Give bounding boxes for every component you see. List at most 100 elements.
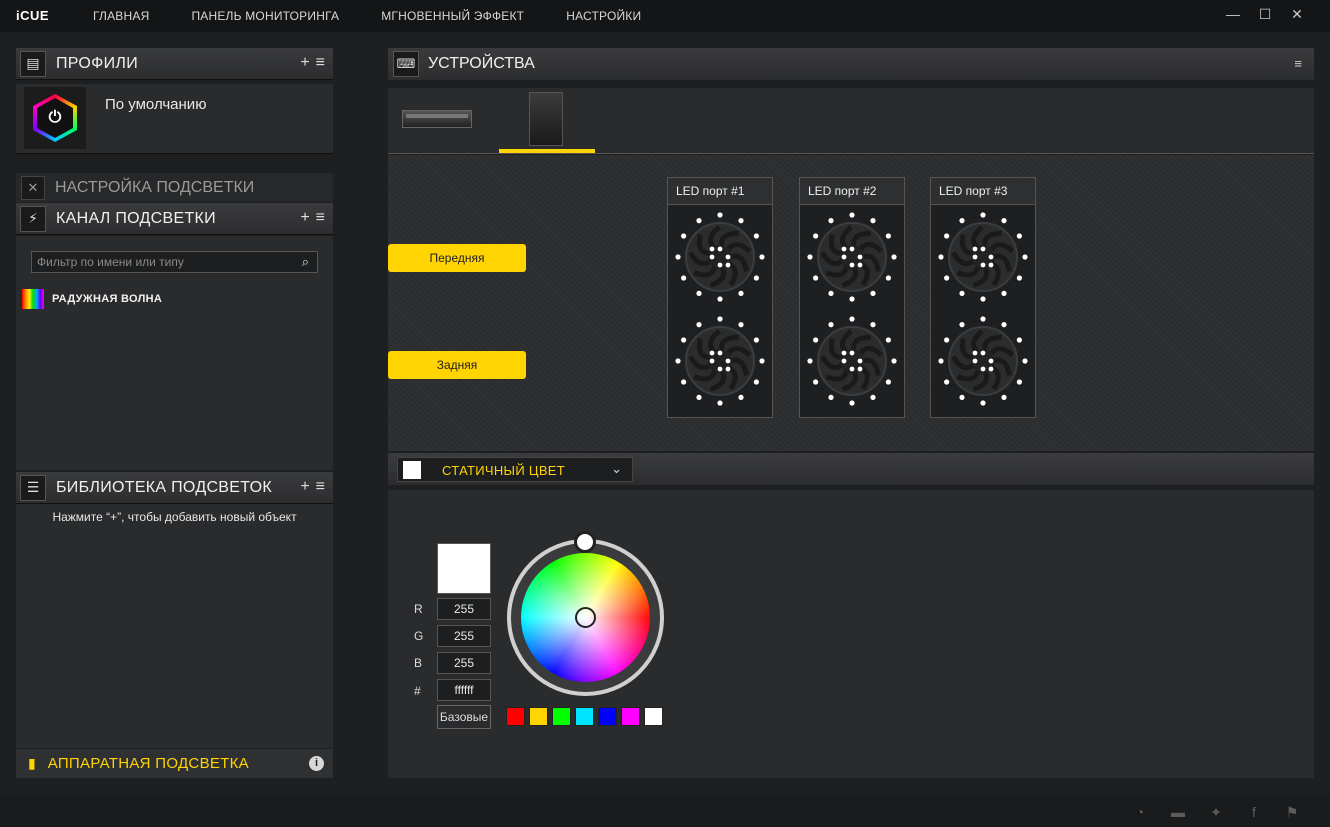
close-button[interactable]: ✕ bbox=[1288, 6, 1306, 23]
led-port-3[interactable]: LED порт #3 bbox=[930, 177, 1036, 418]
color-wheel-handle[interactable] bbox=[575, 607, 596, 628]
led-dot bbox=[717, 212, 723, 218]
led-dot bbox=[988, 262, 994, 268]
nav-dashboard[interactable]: ПАНЕЛЬ МОНИТОРИНГА bbox=[191, 9, 339, 23]
preset-color-swatch[interactable] bbox=[644, 707, 663, 726]
g-label: G bbox=[414, 629, 424, 643]
profiles-menu-button[interactable]: ≡ bbox=[316, 54, 325, 72]
led-dot bbox=[725, 358, 731, 364]
add-profile-button[interactable]: + bbox=[300, 54, 309, 72]
led-dot bbox=[849, 316, 855, 322]
devices-menu-icon[interactable]: ≡ bbox=[1294, 56, 1302, 71]
preset-color-swatch[interactable] bbox=[506, 707, 525, 726]
fan-icon bbox=[675, 316, 765, 406]
twitter-icon[interactable]: ✦ bbox=[1208, 804, 1224, 821]
add-library-button[interactable]: + bbox=[300, 478, 309, 496]
led-dot bbox=[885, 275, 891, 281]
fan-group bbox=[800, 205, 904, 417]
info-icon[interactable]: i bbox=[309, 756, 324, 771]
chat-icon[interactable]: ▬ bbox=[1170, 804, 1186, 821]
led-dot bbox=[696, 322, 702, 328]
brightness-handle[interactable] bbox=[574, 531, 596, 553]
effect-list-item[interactable]: РАДУЖНАЯ ВОЛНА bbox=[22, 289, 162, 309]
led-dot bbox=[753, 379, 759, 385]
nav-settings[interactable]: НАСТРОЙКИ bbox=[566, 9, 641, 23]
led-dot bbox=[828, 322, 834, 328]
preset-color-swatch[interactable] bbox=[598, 707, 617, 726]
led-dot bbox=[972, 254, 978, 260]
corsair-icon[interactable]: ⚑ bbox=[1284, 804, 1300, 821]
base-colors-button[interactable]: Базовые bbox=[437, 705, 491, 729]
speed-icon[interactable]: ◔ bbox=[1132, 804, 1148, 821]
fan-icon bbox=[938, 316, 1028, 406]
r-input[interactable] bbox=[437, 598, 491, 620]
led-dot bbox=[980, 316, 986, 322]
led-port-title: LED порт #3 bbox=[931, 178, 1035, 205]
preset-color-swatch[interactable] bbox=[552, 707, 571, 726]
device-strip bbox=[388, 88, 1314, 154]
profiles-header: ▤ ПРОФИЛИ + ≡ bbox=[16, 48, 333, 80]
fan-group bbox=[931, 205, 1035, 417]
led-dot bbox=[828, 290, 834, 296]
facebook-icon[interactable]: f bbox=[1246, 804, 1262, 821]
maximize-button[interactable]: ☐ bbox=[1256, 6, 1274, 23]
led-dot bbox=[841, 246, 847, 252]
profile-item[interactable]: ⏻ По умолчанию bbox=[16, 84, 333, 154]
nav-home[interactable]: ГЛАВНАЯ bbox=[93, 9, 149, 23]
effects-menu-button[interactable]: ≡ bbox=[316, 209, 325, 227]
led-dot bbox=[681, 337, 687, 343]
hardware-lighting-bar[interactable]: ▮ АППАРАТНАЯ ПОДСВЕТКА i bbox=[16, 749, 333, 778]
preset-color-swatch[interactable] bbox=[575, 707, 594, 726]
g-input[interactable] bbox=[437, 625, 491, 647]
led-dot bbox=[988, 366, 994, 372]
library-menu-button[interactable]: ≡ bbox=[316, 478, 325, 496]
led-dot bbox=[1022, 254, 1028, 260]
ram-device-thumbnail[interactable] bbox=[402, 102, 472, 132]
led-dot bbox=[807, 358, 813, 364]
add-effect-button[interactable]: + bbox=[300, 209, 309, 227]
led-dot bbox=[1022, 358, 1028, 364]
zone-rear-button[interactable]: Задняя bbox=[388, 351, 526, 379]
b-input[interactable] bbox=[437, 652, 491, 674]
led-dot bbox=[813, 337, 819, 343]
library-body bbox=[16, 504, 333, 748]
led-dot bbox=[828, 394, 834, 400]
effect-dropdown[interactable]: СТАТИЧНЫЙ ЦВЕТ ⌄ bbox=[397, 457, 633, 482]
color-preview bbox=[437, 543, 491, 594]
zone-front-button[interactable]: Передняя bbox=[388, 244, 526, 272]
filter-input[interactable] bbox=[37, 255, 287, 269]
led-dot bbox=[696, 290, 702, 296]
led-port-1[interactable]: LED порт #1 bbox=[667, 177, 773, 418]
preset-color-swatch[interactable] bbox=[529, 707, 548, 726]
app-logo: iCUE bbox=[16, 8, 50, 23]
led-dot bbox=[717, 262, 723, 268]
lighting-setup-header[interactable]: ✕ НАСТРОЙКА ПОДСВЕТКИ bbox=[16, 173, 333, 202]
profiles-icon: ▤ bbox=[20, 50, 46, 77]
preset-color-swatch[interactable] bbox=[621, 707, 640, 726]
led-dot bbox=[807, 254, 813, 260]
devices-header: ⌨ УСТРОЙСТВА ≡ bbox=[388, 48, 1314, 80]
led-dot bbox=[681, 275, 687, 281]
led-dot bbox=[849, 246, 855, 252]
nav-instant-lighting[interactable]: МГНОВЕННЫЙ ЭФФЕКТ bbox=[381, 9, 524, 23]
minimize-button[interactable]: — bbox=[1224, 6, 1242, 23]
led-dot bbox=[988, 254, 994, 260]
led-dot bbox=[725, 366, 731, 372]
case-device-thumbnail[interactable] bbox=[529, 92, 563, 146]
hex-input[interactable] bbox=[437, 679, 491, 701]
led-dot bbox=[980, 400, 986, 406]
led-dot bbox=[959, 218, 965, 224]
main-nav: ГЛАВНАЯ ПАНЕЛЬ МОНИТОРИНГА МГНОВЕННЫЙ ЭФ… bbox=[93, 9, 683, 23]
led-port-2[interactable]: LED порт #2 bbox=[799, 177, 905, 418]
library-hint: Нажмите “+”, чтобы добавить новый объект bbox=[52, 510, 297, 524]
led-dot bbox=[841, 350, 847, 356]
led-dot bbox=[972, 246, 978, 252]
led-dot bbox=[988, 358, 994, 364]
led-dot bbox=[1016, 337, 1022, 343]
led-dot bbox=[980, 350, 986, 356]
search-icon[interactable]: ⌕ bbox=[302, 254, 309, 270]
led-dot bbox=[759, 358, 765, 364]
lighting-channel-header: ⚡ КАНАЛ ПОДСВЕТКИ + ≡ bbox=[16, 203, 333, 235]
led-dot bbox=[675, 254, 681, 260]
led-dot bbox=[849, 212, 855, 218]
